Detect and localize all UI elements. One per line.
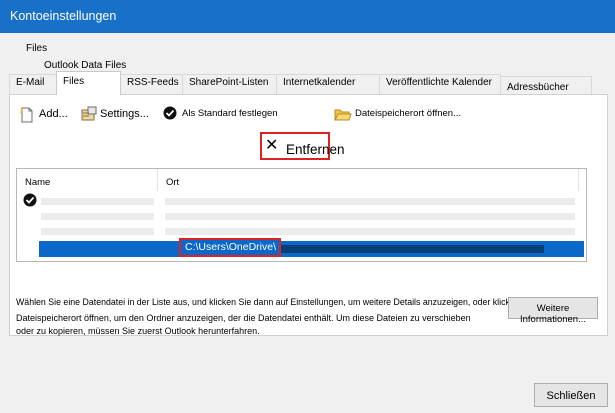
default-check-icon	[23, 193, 37, 207]
close-button[interactable]: Schließen	[534, 383, 608, 407]
more-info-label: Weitere Informationen...	[519, 303, 586, 325]
description-line-2: Dateispeicherort öffnen, um den Ordner a…	[16, 313, 471, 323]
more-info-button[interactable]: Weitere Informationen...	[508, 297, 598, 325]
column-label: Ort	[166, 177, 180, 188]
tab-label: SharePoint-Listen	[189, 77, 269, 88]
new-file-icon	[20, 107, 33, 123]
close-icon: ✕	[265, 137, 279, 154]
section-subtitle: Outlook Data Files	[44, 60, 127, 71]
table-row[interactable]	[41, 213, 154, 220]
tab-label: Veröffentlichte Kalender	[386, 77, 493, 88]
settings-label: Settings...	[100, 108, 149, 120]
tab-sharepoint-lists[interactable]: SharePoint-Listen	[182, 74, 277, 94]
column-divider[interactable]	[578, 169, 579, 191]
title-bar: Kontoeinstellungen	[0, 0, 615, 33]
selected-row[interactable]: C:\Users\OneDrive\	[39, 238, 584, 257]
section-title: Files	[26, 43, 48, 54]
tab-files[interactable]: Files	[56, 71, 121, 95]
tab-published-calendars[interactable]: Veröffentlichte Kalender	[379, 74, 501, 94]
column-header-name[interactable]: Name	[17, 169, 157, 191]
description-line-1: Wählen Sie eine Datendatei in der Liste …	[16, 297, 550, 307]
tab-email[interactable]: E-Mail	[9, 74, 57, 94]
window-title: Kontoeinstellungen	[10, 9, 117, 23]
tab-label: E-Mail	[16, 77, 45, 88]
description-line-3: oder zu kopieren, müssen Sie zuerst Outl…	[16, 326, 260, 336]
open-location-label: Dateispeicherort öffnen...	[355, 108, 461, 119]
tab-label: Files	[63, 76, 85, 87]
remove-label: Entfernen	[286, 142, 345, 157]
tab-label: Adressbücher	[507, 82, 569, 93]
selected-path: C:\Users\OneDrive\	[179, 238, 282, 257]
table-row[interactable]	[165, 198, 575, 205]
column-label: Name	[25, 177, 51, 188]
tab-label: Internetkalender	[283, 77, 356, 88]
table-row[interactable]	[41, 198, 154, 205]
data-file-list[interactable]: Name Ort C:\Users\OneDrive\	[16, 168, 587, 262]
add-label: Add...	[39, 108, 68, 120]
set-default-label: Als Standard festlegen	[182, 108, 278, 119]
table-row[interactable]	[165, 228, 575, 235]
checkmark-circle-icon	[163, 106, 177, 120]
tab-rss-feeds[interactable]: RSS-Feeds	[120, 74, 183, 94]
table-row[interactable]	[41, 228, 154, 235]
settings-icon	[81, 106, 97, 121]
remove-button[interactable]: ✕ Entfernen	[260, 132, 345, 160]
tab-address-books[interactable]: Adressbücher	[500, 76, 592, 96]
table-row[interactable]	[165, 213, 575, 220]
tab-label: RSS-Feeds	[127, 77, 179, 88]
close-label: Schließen	[546, 390, 596, 402]
tab-internet-calendars[interactable]: Internetkalender	[276, 74, 380, 94]
folder-icon	[334, 109, 352, 121]
column-header-location[interactable]: Ort	[158, 169, 578, 191]
